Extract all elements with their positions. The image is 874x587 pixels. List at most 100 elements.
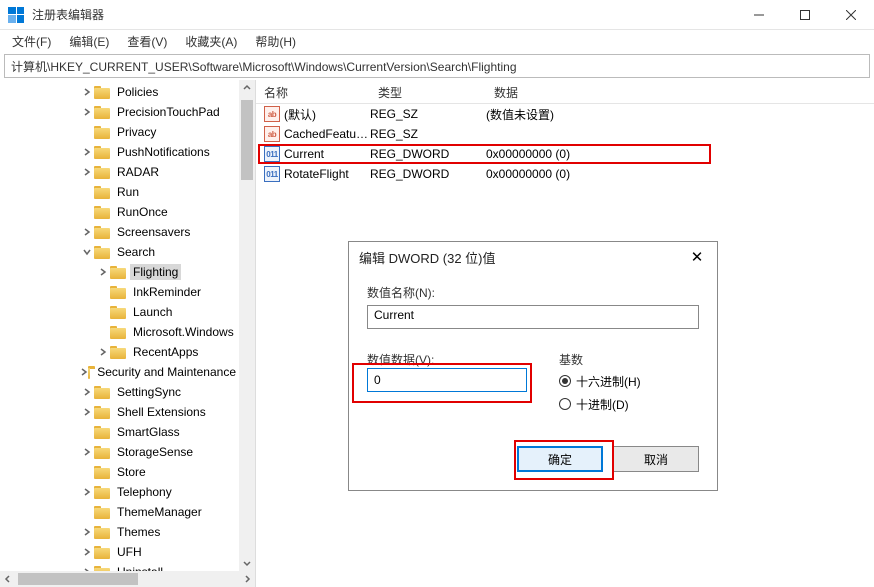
chevron-right-icon[interactable] bbox=[80, 368, 88, 376]
chevron-right-icon[interactable] bbox=[80, 548, 94, 556]
minimize-button[interactable] bbox=[736, 0, 782, 29]
tree-item[interactable]: RunOnce bbox=[0, 202, 239, 222]
tree-item[interactable]: Run bbox=[0, 182, 239, 202]
tree-item[interactable]: RADAR bbox=[0, 162, 239, 182]
col-data[interactable]: 数据 bbox=[486, 80, 874, 103]
chevron-right-icon[interactable] bbox=[80, 448, 94, 456]
chevron-down-icon[interactable] bbox=[80, 248, 94, 256]
tree-item[interactable]: PrecisionTouchPad bbox=[0, 102, 239, 122]
scroll-thumb-h[interactable] bbox=[18, 573, 138, 585]
list-row[interactable]: abCachedFeature...REG_SZ bbox=[256, 124, 874, 144]
window-controls bbox=[736, 0, 874, 29]
tree-item[interactable]: UFH bbox=[0, 542, 239, 562]
chevron-right-icon[interactable] bbox=[80, 408, 94, 416]
tree-item[interactable]: Telephony bbox=[0, 482, 239, 502]
menu-help[interactable]: 帮助(H) bbox=[247, 31, 304, 52]
tree-item-label: RADAR bbox=[114, 164, 162, 180]
scroll-right-icon[interactable] bbox=[239, 571, 255, 587]
tree-item[interactable]: PushNotifications bbox=[0, 142, 239, 162]
folder-icon bbox=[94, 166, 110, 179]
tree-item[interactable]: Privacy bbox=[0, 122, 239, 142]
cancel-button[interactable]: 取消 bbox=[613, 446, 699, 472]
tree-h-scrollbar[interactable] bbox=[0, 571, 255, 587]
chevron-right-icon[interactable] bbox=[80, 488, 94, 496]
scroll-thumb[interactable] bbox=[241, 100, 253, 180]
tree-item[interactable]: Policies bbox=[0, 82, 239, 102]
list-row[interactable]: ab(默认)REG_SZ(数值未设置) bbox=[256, 104, 874, 124]
chevron-right-icon[interactable] bbox=[96, 348, 110, 356]
scroll-down-icon[interactable] bbox=[239, 555, 255, 571]
tree-item-label: Uninstall bbox=[114, 564, 166, 571]
folder-icon bbox=[94, 126, 110, 139]
tree-item[interactable]: Themes bbox=[0, 522, 239, 542]
chevron-right-icon[interactable] bbox=[80, 168, 94, 176]
tree-item-label: Flighting bbox=[130, 264, 181, 280]
scroll-left-icon[interactable] bbox=[0, 571, 16, 587]
list-row[interactable]: 011RotateFlightREG_DWORD0x00000000 (0) bbox=[256, 164, 874, 184]
folder-icon bbox=[94, 186, 110, 199]
app-icon bbox=[8, 7, 24, 23]
list-row[interactable]: 011CurrentREG_DWORD0x00000000 (0) bbox=[256, 144, 874, 164]
ok-button[interactable]: 确定 bbox=[517, 446, 603, 472]
tree-item[interactable]: SmartGlass bbox=[0, 422, 239, 442]
list-body[interactable]: ab(默认)REG_SZ(数值未设置)abCachedFeature...REG… bbox=[256, 104, 874, 184]
tree-item[interactable]: Security and Maintenance bbox=[0, 362, 239, 382]
chevron-right-icon[interactable] bbox=[80, 148, 94, 156]
chevron-right-icon[interactable] bbox=[80, 528, 94, 536]
tree-item[interactable]: Store bbox=[0, 462, 239, 482]
tree-item[interactable]: Search bbox=[0, 242, 239, 262]
value-data: 0x00000000 (0) bbox=[486, 167, 874, 181]
menu-fav[interactable]: 收藏夹(A) bbox=[177, 31, 245, 52]
tree-item-label: InkReminder bbox=[130, 284, 204, 300]
radio-dec[interactable]: 十进制(D) bbox=[559, 394, 699, 414]
tree-item-label: SettingSync bbox=[114, 384, 184, 400]
tree-item[interactable]: Uninstall bbox=[0, 562, 239, 571]
tree-item-label: Policies bbox=[114, 84, 161, 100]
radio-dec-label: 十进制(D) bbox=[576, 396, 629, 413]
chevron-right-icon[interactable] bbox=[80, 388, 94, 396]
menubar: 文件(F) 编辑(E) 查看(V) 收藏夹(A) 帮助(H) bbox=[0, 30, 874, 52]
tree-item[interactable]: InkReminder bbox=[0, 282, 239, 302]
folder-icon bbox=[94, 466, 110, 479]
menu-view[interactable]: 查看(V) bbox=[119, 31, 175, 52]
tree-item[interactable]: Shell Extensions bbox=[0, 402, 239, 422]
folder-icon bbox=[94, 146, 110, 159]
chevron-right-icon[interactable] bbox=[80, 228, 94, 236]
tree[interactable]: Policies PrecisionTouchPadPrivacyPushNoti… bbox=[0, 80, 239, 571]
chevron-right-icon[interactable] bbox=[80, 88, 94, 96]
radio-hex[interactable]: 十六进制(H) bbox=[559, 371, 699, 391]
address-bar[interactable]: 计算机\HKEY_CURRENT_USER\Software\Microsoft… bbox=[4, 54, 870, 78]
col-name[interactable]: 名称 bbox=[256, 80, 370, 103]
value-name-label: 数值名称(N): bbox=[367, 284, 699, 301]
folder-icon bbox=[94, 546, 110, 559]
tree-item[interactable]: SettingSync bbox=[0, 382, 239, 402]
col-type[interactable]: 类型 bbox=[370, 80, 486, 103]
folder-icon bbox=[94, 486, 110, 499]
tree-item[interactable]: Microsoft.Windows bbox=[0, 322, 239, 342]
value-data-input[interactable] bbox=[367, 368, 527, 392]
tree-item[interactable]: Screensavers bbox=[0, 222, 239, 242]
tree-item-label: Shell Extensions bbox=[114, 404, 209, 420]
chevron-right-icon[interactable] bbox=[96, 268, 110, 276]
menu-edit[interactable]: 编辑(E) bbox=[61, 31, 117, 52]
tree-item[interactable]: RecentApps bbox=[0, 342, 239, 362]
tree-item[interactable]: Flighting bbox=[0, 262, 239, 282]
dword-value-icon: 011 bbox=[264, 166, 280, 182]
value-name-text: Current bbox=[374, 308, 414, 322]
close-button[interactable] bbox=[828, 0, 874, 29]
tree-item[interactable]: Launch bbox=[0, 302, 239, 322]
value-type: REG_SZ bbox=[370, 127, 486, 141]
folder-icon bbox=[94, 426, 110, 439]
scroll-up-icon[interactable] bbox=[239, 80, 255, 96]
tree-item[interactable]: ThemeManager bbox=[0, 502, 239, 522]
value-name-field: Current bbox=[367, 305, 699, 329]
tree-item[interactable]: StorageSense bbox=[0, 442, 239, 462]
value-type: REG_DWORD bbox=[370, 167, 486, 181]
tree-item-label: Microsoft.Windows bbox=[130, 324, 237, 340]
maximize-button[interactable] bbox=[782, 0, 828, 29]
tree-v-scrollbar[interactable] bbox=[239, 80, 255, 571]
dialog-close-button[interactable]: ✕ bbox=[677, 242, 717, 272]
radio-dec-indicator bbox=[559, 398, 571, 410]
menu-file[interactable]: 文件(F) bbox=[4, 31, 59, 52]
chevron-right-icon[interactable] bbox=[80, 108, 94, 116]
